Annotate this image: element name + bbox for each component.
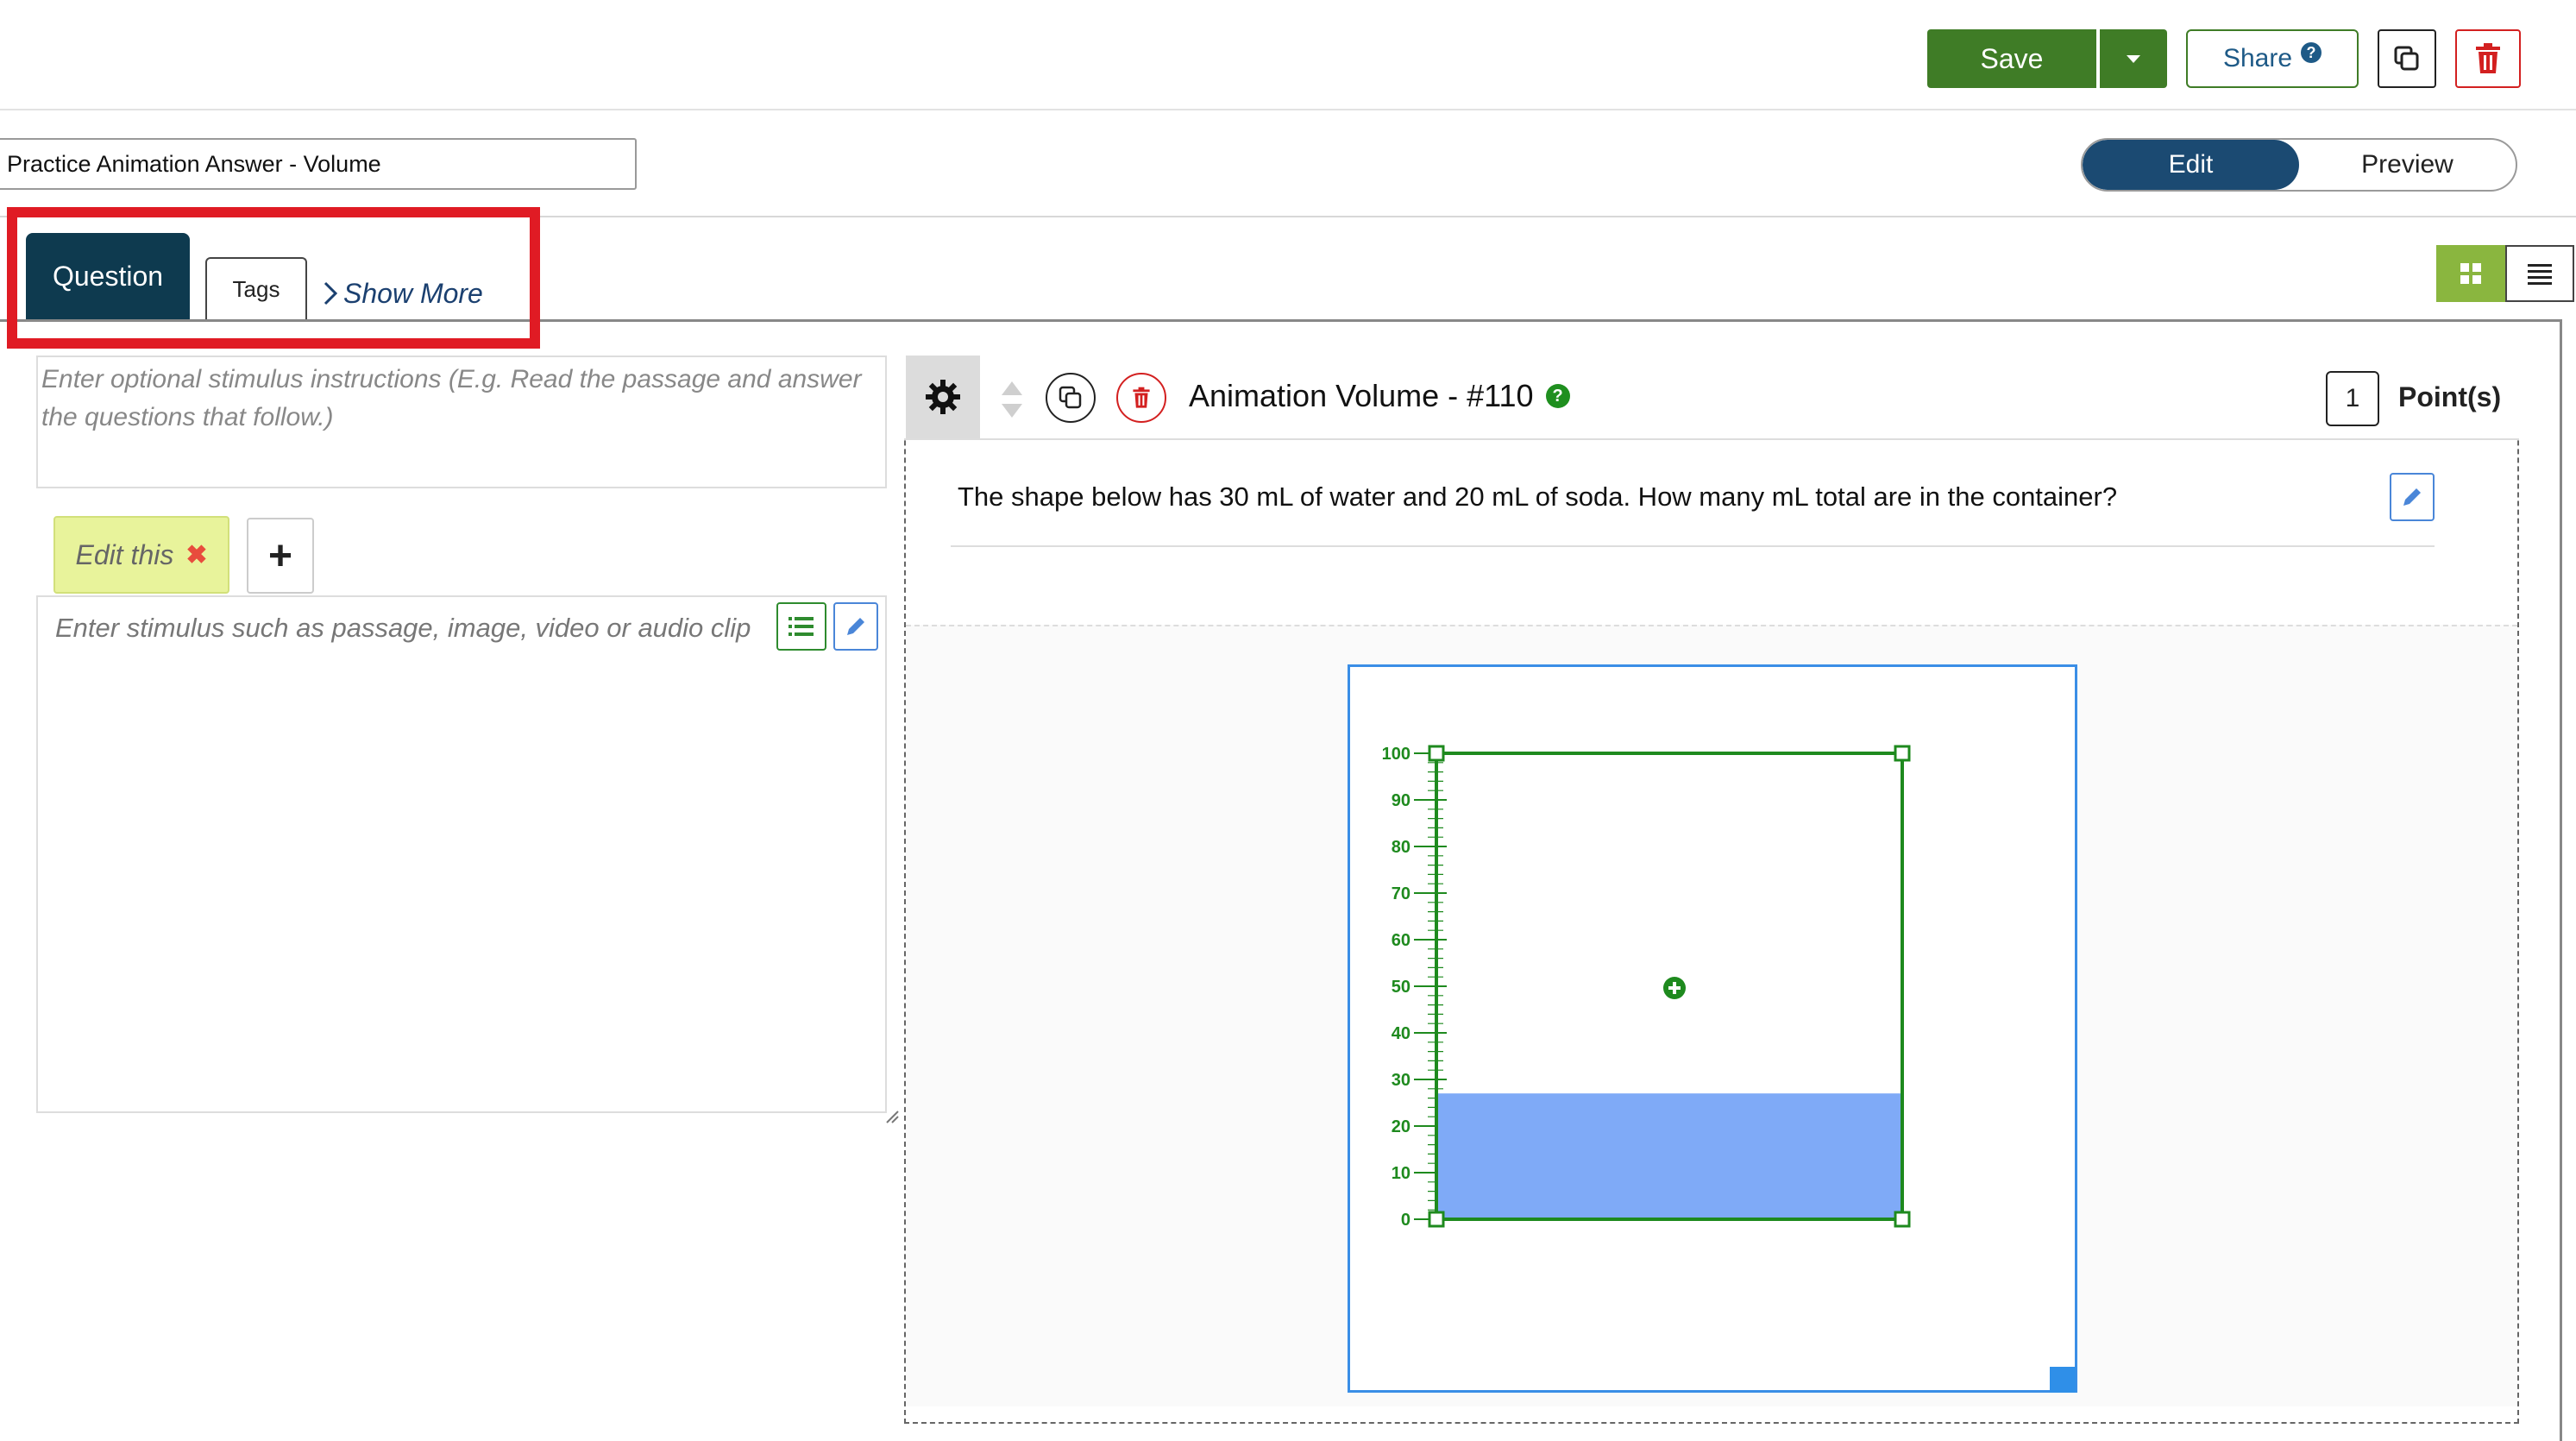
scale-label: 90	[1392, 791, 1411, 810]
scale-label: 80	[1392, 838, 1411, 857]
pencil-icon	[2403, 488, 2421, 506]
stimulus-content-field[interactable]	[36, 595, 887, 1113]
canvas-resize-handle[interactable]	[2050, 1367, 2076, 1393]
stimulus-list-button[interactable]	[776, 602, 826, 651]
share-label: Share	[2222, 44, 2293, 72]
add-stimulus-button[interactable]: +	[247, 518, 314, 594]
duplicate-button[interactable]	[2378, 29, 2436, 88]
question-text: The shape below has 30 mL of water and 2…	[958, 481, 2118, 512]
question-title-text: Animation Volume - #110	[1189, 378, 1534, 413]
trash-icon	[2476, 43, 2500, 73]
resize-grip-icon[interactable]	[885, 1110, 899, 1123]
corner-handle[interactable]	[1428, 745, 1445, 762]
help-icon: ?	[2301, 42, 2322, 63]
scale-label: 0	[1401, 1211, 1411, 1230]
add-point-icon[interactable]	[1663, 977, 1686, 999]
delete-question-button[interactable]	[1116, 373, 1166, 423]
settings-button[interactable]	[906, 356, 980, 438]
corner-handle[interactable]	[1894, 1211, 1911, 1228]
scale-label: 40	[1392, 1024, 1411, 1043]
stimulus-edit-button[interactable]	[833, 602, 878, 651]
delete-button[interactable]	[2455, 29, 2521, 88]
preview-mode-button[interactable]: Preview	[2299, 140, 2516, 190]
copy-icon	[1059, 386, 1082, 409]
copy-icon	[2394, 46, 2419, 71]
list-view-button[interactable]	[2505, 245, 2574, 302]
liquid-fill	[1436, 1093, 1902, 1219]
scale-label: 20	[1392, 1117, 1411, 1136]
annotation-highlight-box	[7, 207, 540, 349]
remove-icon[interactable]: ✖	[185, 540, 207, 570]
duplicate-question-button[interactable]	[1046, 373, 1096, 423]
question-edit-button[interactable]	[2390, 473, 2435, 521]
trash-icon	[1133, 387, 1150, 408]
question-divider	[951, 545, 2435, 547]
scale-label: 70	[1392, 884, 1411, 903]
stimulus-instructions-field[interactable]: Enter optional stimulus instructions (E.…	[36, 356, 887, 488]
corner-handle[interactable]	[1428, 1211, 1445, 1228]
save-dropdown-button[interactable]	[2100, 29, 2167, 88]
item-title-input[interactable]	[0, 138, 637, 190]
scale-label: 10	[1392, 1164, 1411, 1183]
stimulus-placeholder: Enter stimulus such as passage, image, v…	[55, 613, 751, 643]
gear-icon	[926, 380, 960, 414]
points-label: Point(s)	[2398, 381, 2502, 412]
share-button[interactable]: Share ?	[2186, 29, 2359, 88]
volume-container[interactable]: 1009080706050403020100	[1350, 667, 2075, 1390]
edit-this-chip[interactable]: Edit this ✖	[53, 516, 229, 594]
animation-canvas[interactable]: 100 90 80 70 60 50 40 30 20 10 0	[1348, 664, 2077, 1393]
pencil-icon	[847, 618, 864, 635]
list-icon	[789, 617, 814, 636]
grid-view-button[interactable]	[2436, 245, 2505, 302]
caret-down-icon	[2127, 54, 2140, 63]
points-input[interactable]: 1	[2326, 371, 2379, 426]
scale-label: 100	[1382, 745, 1411, 764]
list-icon	[2528, 264, 2552, 285]
help-icon[interactable]: ?	[1545, 384, 1570, 408]
edit-mode-button[interactable]: Edit	[2083, 140, 2299, 190]
grid-icon	[2460, 263, 2481, 284]
reorder-icon[interactable]	[999, 378, 1025, 421]
edit-chip-label: Edit this	[75, 538, 174, 570]
corner-handle[interactable]	[1894, 745, 1911, 762]
edit-preview-toggle[interactable]: Edit Preview	[2081, 138, 2517, 192]
save-button[interactable]: Save	[1927, 29, 2096, 88]
scale-label: 50	[1392, 978, 1411, 997]
question-title: Animation Volume - #110 ?	[1189, 378, 1570, 414]
scale-label: 30	[1392, 1071, 1411, 1090]
scale-label: 60	[1392, 931, 1411, 950]
